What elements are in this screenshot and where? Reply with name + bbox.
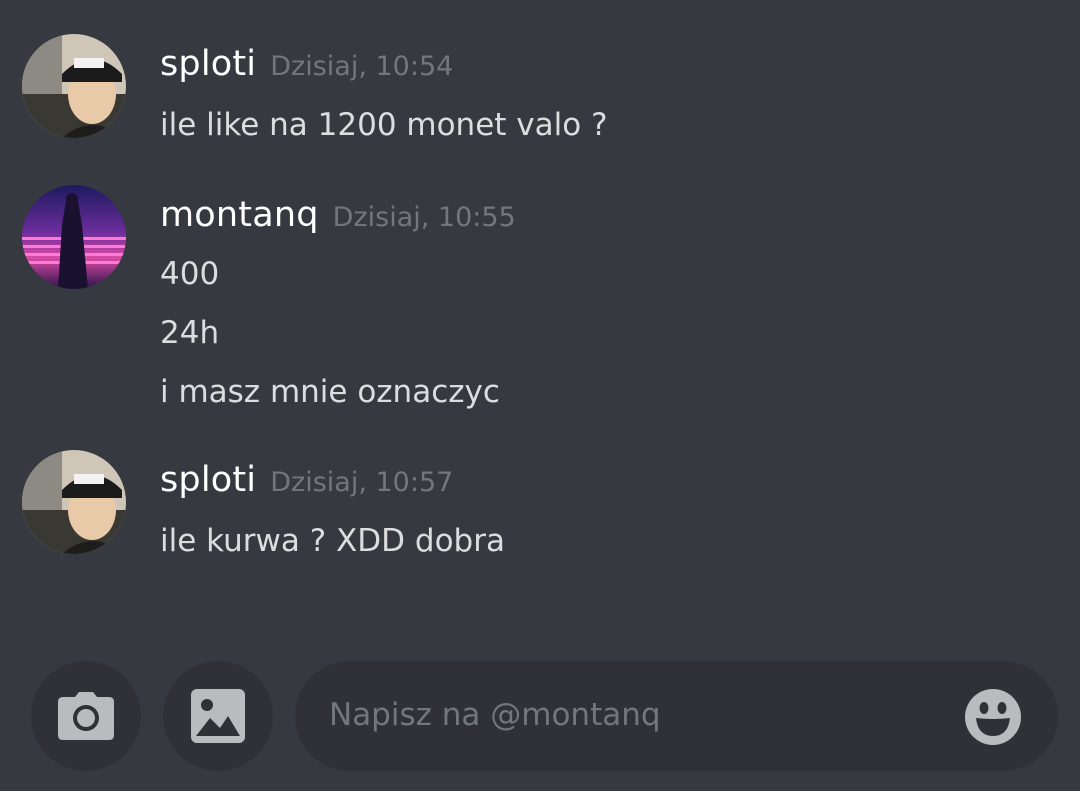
image-upload-button[interactable] [163, 661, 273, 771]
message-group: sploti Dzisiaj, 10:57 ile kurwa ? XDD dob… [0, 450, 1080, 560]
avatar-image [22, 450, 126, 554]
message-text[interactable]: ile kurwa ? XDD dobra [160, 523, 505, 559]
emoji-button[interactable] [964, 688, 1022, 746]
emoji-smile-icon [965, 689, 1021, 745]
message-input[interactable]: Napisz na @montanq [295, 661, 1058, 771]
avatar-montanq[interactable] [22, 185, 126, 289]
image-icon [191, 689, 245, 743]
message-text[interactable]: ile like na 1200 monet valo ? [160, 107, 608, 143]
message-text[interactable]: 400 [160, 256, 219, 292]
message-header: sploti Dzisiaj, 10:54 [160, 44, 453, 88]
avatar-image [22, 34, 126, 138]
username[interactable]: sploti [160, 460, 256, 500]
avatar-image [22, 185, 126, 289]
timestamp: Dzisiaj, 10:55 [332, 202, 516, 233]
message-text[interactable]: i masz mnie oznaczyc [160, 374, 500, 410]
avatar-sploti[interactable] [22, 34, 126, 138]
message-text[interactable]: 24h [160, 315, 219, 351]
message-group: sploti Dzisiaj, 10:54 ile like na 1200 mo… [0, 34, 1080, 144]
timestamp: Dzisiaj, 10:57 [270, 467, 454, 498]
username[interactable]: sploti [160, 44, 256, 84]
message-list: sploti Dzisiaj, 10:54 ile like na 1200 mo… [0, 0, 1080, 650]
message-header: montanq Dzisiaj, 10:55 [160, 195, 516, 239]
message-composer: Napisz na @montanq [0, 650, 1080, 791]
camera-icon [58, 692, 114, 740]
avatar-sploti[interactable] [22, 450, 126, 554]
camera-button[interactable] [31, 661, 141, 771]
message-input-placeholder: Napisz na @montanq [329, 697, 661, 733]
message-group: montanq Dzisiaj, 10:55 400 24h i masz mni… [0, 185, 1080, 415]
username[interactable]: montanq [160, 195, 319, 235]
message-header: sploti Dzisiaj, 10:57 [160, 460, 453, 504]
timestamp: Dzisiaj, 10:54 [270, 51, 454, 82]
